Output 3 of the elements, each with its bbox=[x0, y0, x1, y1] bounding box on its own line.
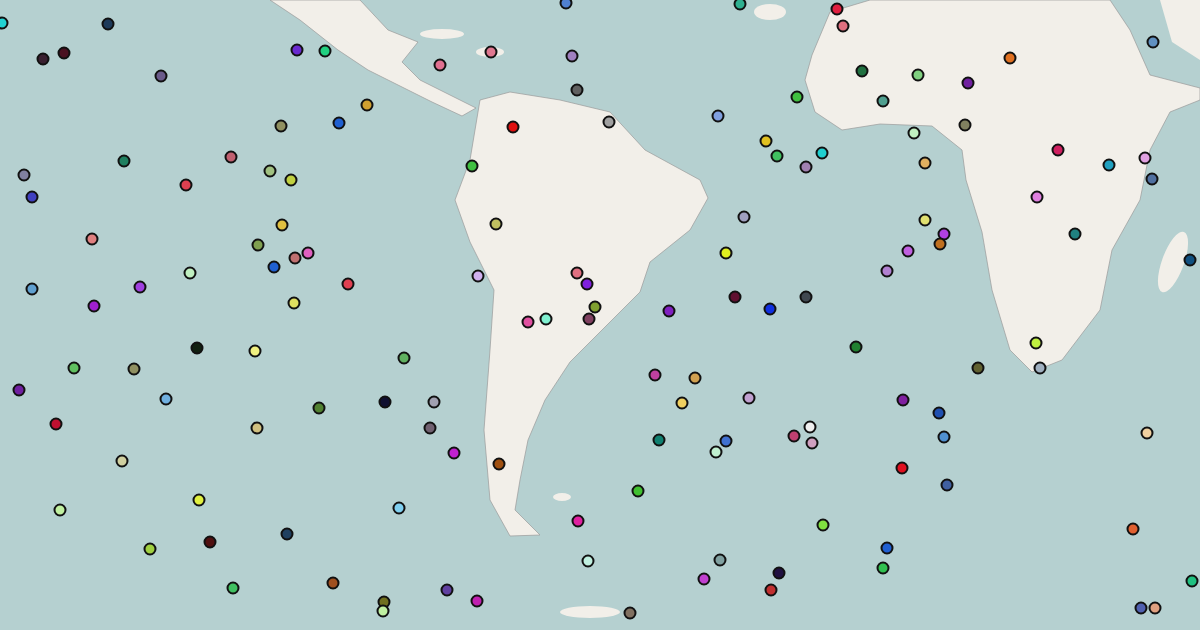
map-marker[interactable] bbox=[733, 0, 747, 11]
map-marker[interactable] bbox=[559, 0, 573, 10]
map-marker[interactable] bbox=[0, 16, 9, 30]
